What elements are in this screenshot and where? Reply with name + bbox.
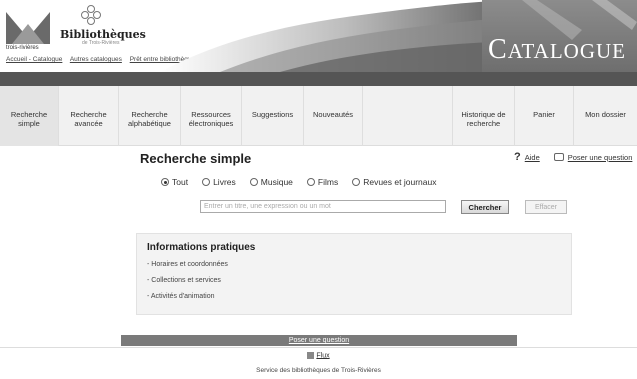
tab-simple-search[interactable]: Recherche simple	[0, 86, 59, 146]
search-input[interactable]	[200, 200, 446, 213]
tab-advanced-search[interactable]: Recherche avancée	[59, 86, 119, 146]
footer-ask-question-link[interactable]: Poser une question	[289, 337, 349, 344]
rss-icon	[307, 352, 315, 359]
document-type-filters: Tout Livres Musique Films Revues et jour…	[161, 177, 436, 187]
search-button[interactable]: Chercher	[461, 200, 509, 214]
library-emblem-icon	[81, 5, 101, 25]
practical-info-list: - Horaires et coordonnées - Collections …	[147, 261, 228, 309]
tab-cart[interactable]: Panier	[515, 86, 574, 146]
library-subtitle: de Trois-Rivières	[82, 40, 120, 46]
nav-spacer	[363, 86, 453, 145]
filter-journals[interactable]: Revues et journaux	[352, 177, 436, 187]
speech-bubble-icon	[553, 153, 564, 161]
service-credit: Service des bibliothèques de Trois-Riviè…	[256, 367, 381, 374]
link-collections-services[interactable]: - Collections et services	[147, 277, 221, 284]
tab-new-arrivals[interactable]: Nouveautés	[304, 86, 363, 146]
catalogue-title: CATALOGUE	[488, 34, 626, 65]
radio-icon[interactable]	[249, 178, 258, 186]
list-item: - Horaires et coordonnées	[147, 261, 228, 277]
footer-divider	[0, 347, 637, 348]
practical-info-title: Informations pratiques	[147, 242, 256, 253]
filter-films[interactable]: Films	[306, 177, 338, 187]
filter-music[interactable]: Musique	[249, 177, 293, 187]
radio-selected-icon[interactable]	[161, 178, 169, 186]
header-divider	[0, 72, 637, 86]
page-title: Recherche simple	[140, 151, 252, 166]
site-header: trois-rivières Bibliothèques de Trois-Ri…	[0, 0, 637, 72]
banner-decoration	[160, 0, 530, 72]
help-icon[interactable]: ?	[514, 151, 521, 163]
list-item: - Activités d'animation	[147, 293, 228, 309]
ask-question-link[interactable]: Poser une question	[568, 153, 633, 162]
logo-caption: trois-rivières	[6, 45, 39, 51]
main-nav: Recherche simple Recherche avancée Reche…	[0, 86, 637, 146]
radio-icon[interactable]	[202, 178, 211, 186]
tab-search-history[interactable]: Historique de recherche	[453, 86, 515, 146]
tab-alphabetical-search[interactable]: Recherche alphabétique	[119, 86, 181, 146]
filter-books[interactable]: Livres	[202, 177, 236, 187]
clear-button[interactable]: Effacer	[525, 200, 567, 214]
help-link[interactable]: Aide	[525, 153, 540, 162]
practical-info-panel: Informations pratiques - Horaires et coo…	[136, 233, 572, 315]
tab-suggestions[interactable]: Suggestions	[242, 86, 304, 146]
tab-electronic-resources[interactable]: Ressources électroniques	[181, 86, 242, 146]
radio-icon[interactable]	[306, 178, 315, 186]
city-logo-icon[interactable]	[6, 8, 50, 44]
filter-all[interactable]: Tout	[161, 177, 188, 187]
footer-bar: Poser une question	[121, 335, 517, 346]
link-other-catalogues[interactable]: Autres catalogues	[70, 56, 122, 63]
tab-my-account[interactable]: Mon dossier	[574, 86, 637, 146]
feed-link[interactable]: Flux	[316, 352, 329, 359]
help-links: ? Aide Poser une question	[514, 151, 632, 163]
link-activities[interactable]: - Activités d'animation	[147, 293, 214, 300]
link-home-catalogue[interactable]: Accueil - Catalogue	[6, 56, 62, 63]
link-hours-contact[interactable]: - Horaires et coordonnées	[147, 261, 228, 268]
feed-row: Flux	[0, 352, 637, 359]
list-item: - Collections et services	[147, 277, 228, 293]
radio-icon[interactable]	[352, 178, 361, 186]
